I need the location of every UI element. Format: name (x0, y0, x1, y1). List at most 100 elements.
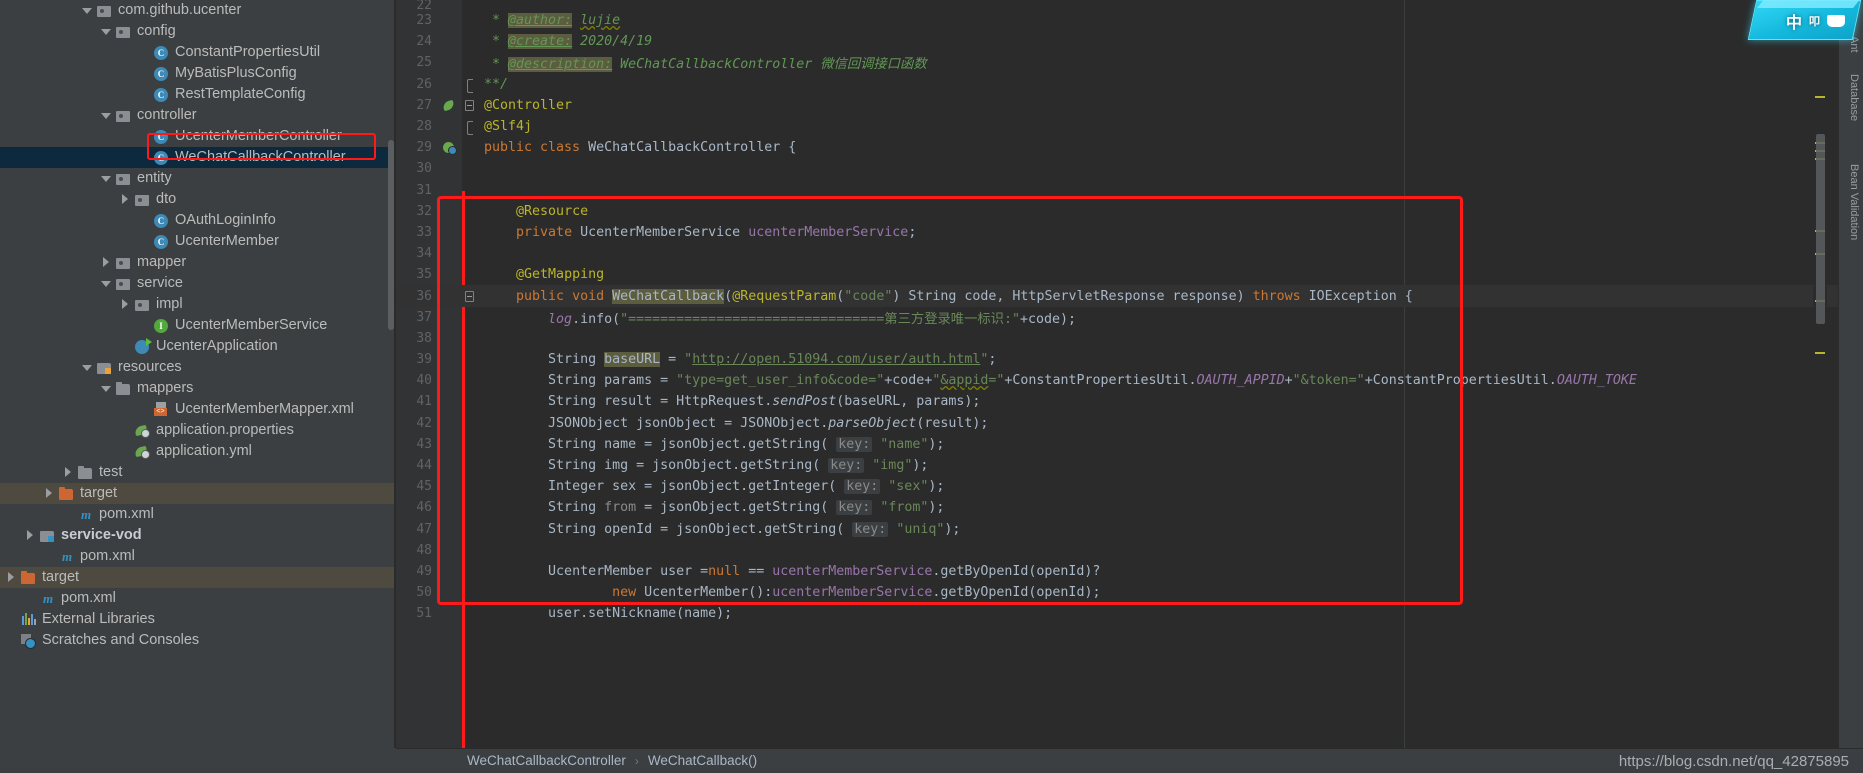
code-lines[interactable]: 22 23 * @author: lujie 24 * @create: 2020/… (396, 0, 1863, 748)
fold-toggle-icon[interactable] (465, 78, 474, 93)
breadcrumb-method[interactable]: WeChatCallback() (648, 753, 757, 768)
gutter-marker[interactable] (440, 74, 462, 95)
tree-item-pom-xml[interactable]: m pom.xml (0, 504, 396, 525)
tree-item-service[interactable]: service (0, 273, 396, 294)
gutter-marker[interactable] (440, 540, 462, 561)
code-line[interactable]: 45 Integer sex = jsonObject.getInteger( … (396, 476, 1863, 497)
fold-gutter[interactable] (462, 307, 476, 328)
fold-gutter[interactable] (462, 286, 476, 307)
fold-gutter[interactable] (462, 158, 476, 179)
gutter-marker[interactable] (440, 519, 462, 540)
chevron-right-icon[interactable] (44, 488, 55, 499)
gutter-marker[interactable] (440, 582, 462, 603)
tree-item-ucentermember[interactable]: C UcenterMember (0, 231, 396, 252)
right-tool-bar[interactable]: Ant Database Bean Validation (1838, 0, 1863, 748)
tree-item-application-yml[interactable]: application.yml (0, 441, 396, 462)
fold-gutter[interactable] (462, 222, 476, 243)
fold-gutter[interactable] (462, 519, 476, 540)
gutter-marker[interactable] (440, 222, 462, 243)
fold-gutter[interactable] (462, 603, 476, 624)
chevron-down-icon[interactable] (101, 278, 112, 289)
gutter-marker[interactable] (440, 349, 462, 370)
fold-gutter[interactable] (462, 497, 476, 518)
code-line[interactable]: 49 UcenterMember user =null == ucenterMe… (396, 561, 1863, 582)
code-line[interactable]: 37 log.info("===========================… (396, 307, 1863, 328)
chevron-right-icon[interactable] (6, 572, 17, 583)
tree-item-ucentermembercontroller[interactable]: C UcenterMemberController (0, 126, 396, 147)
gutter-marker[interactable] (440, 497, 462, 518)
tree-item-controller[interactable]: controller (0, 105, 396, 126)
tree-item-ucenterapplication[interactable]: UcenterApplication (0, 336, 396, 357)
code-line[interactable]: 40 String params = "type=get_user_info&c… (396, 370, 1863, 391)
code-line[interactable]: 44 String img = jsonObject.getString( ke… (396, 455, 1863, 476)
fold-gutter[interactable] (462, 31, 476, 52)
code-line[interactable]: 25 * @description: WeChatCallbackControl… (396, 52, 1863, 73)
tree-item-oauthlogininfo[interactable]: C OAuthLoginInfo (0, 210, 396, 231)
code-line[interactable]: 48 (396, 540, 1863, 561)
gutter-marker[interactable] (440, 95, 462, 116)
tree-item-entity[interactable]: entity (0, 168, 396, 189)
fold-gutter[interactable] (462, 52, 476, 73)
breadcrumb-class[interactable]: WeChatCallbackController (467, 753, 626, 768)
tree-item-config[interactable]: config (0, 21, 396, 42)
gutter-marker[interactable] (440, 137, 462, 158)
code-line[interactable]: 24 * @create: 2020/4/19 (396, 31, 1863, 52)
code-line[interactable]: 36 public void WeChatCallback(@RequestPa… (396, 285, 1863, 307)
gutter-marker[interactable] (440, 31, 462, 52)
fold-gutter[interactable] (462, 561, 476, 582)
code-line[interactable]: 27 @Controller (396, 95, 1863, 116)
code-line[interactable]: 33 private UcenterMemberService ucenterM… (396, 222, 1863, 243)
chevron-down-icon[interactable] (101, 383, 112, 394)
chevron-right-icon[interactable] (120, 299, 131, 310)
gutter-marker[interactable] (440, 52, 462, 73)
gutter-marker[interactable] (440, 243, 462, 264)
tree-item-application-properties[interactable]: application.properties (0, 420, 396, 441)
chevron-right-icon[interactable] (25, 530, 36, 541)
tree-item-service-vod[interactable]: service-vod (0, 525, 396, 546)
code-line[interactable]: 29 public class WeChatCallbackController … (396, 137, 1863, 158)
code-line[interactable]: 38 (396, 328, 1863, 349)
gutter-marker[interactable] (440, 476, 462, 497)
fold-gutter[interactable] (462, 582, 476, 603)
tree-item-scratches-and-consoles[interactable]: Scratches and Consoles (0, 630, 396, 651)
tree-item-resources[interactable]: resources (0, 357, 396, 378)
fold-gutter[interactable] (462, 116, 476, 137)
chevron-down-icon[interactable] (101, 110, 112, 121)
fold-gutter[interactable] (462, 455, 476, 476)
chevron-down-icon[interactable] (82, 362, 93, 373)
tree-item-mapper[interactable]: mapper (0, 252, 396, 273)
code-line[interactable]: 22 (396, 0, 1863, 13)
gutter-marker[interactable] (440, 286, 462, 307)
fold-gutter[interactable] (462, 328, 476, 349)
gutter-marker[interactable] (440, 561, 462, 582)
fold-toggle-icon[interactable] (465, 99, 474, 111)
code-line[interactable]: 30 (396, 158, 1863, 179)
fold-gutter[interactable] (462, 434, 476, 455)
tree-item-dto[interactable]: dto (0, 189, 396, 210)
chevron-down-icon[interactable] (82, 5, 93, 16)
gutter-marker[interactable] (440, 180, 462, 201)
code-line[interactable]: 23 * @author: lujie (396, 10, 1863, 31)
fold-gutter[interactable] (462, 180, 476, 201)
gutter-marker[interactable] (440, 307, 462, 328)
tree-item-wechatcallbackcontroller[interactable]: C WeChatCallbackController (0, 147, 396, 168)
breadcrumb[interactable]: WeChatCallbackController › WeChatCallbac… (467, 748, 757, 773)
tool-window-database[interactable]: Database (1848, 60, 1860, 121)
code-line[interactable]: 50 new UcenterMember():ucenterMemberServ… (396, 582, 1863, 603)
fold-gutter[interactable] (462, 95, 476, 116)
tool-window-bean-validation[interactable]: Bean Validation (1848, 150, 1860, 240)
code-line[interactable]: 51 user.setNickname(name); (396, 603, 1863, 624)
gutter-marker[interactable] (440, 370, 462, 391)
fold-toggle-icon[interactable] (465, 121, 474, 136)
code-line[interactable]: 47 String openId = jsonObject.getString(… (396, 519, 1863, 540)
tree-item-target[interactable]: target (0, 483, 396, 504)
tree-item-test[interactable]: test (0, 462, 396, 483)
fold-gutter[interactable] (462, 74, 476, 95)
tree-item-impl[interactable]: impl (0, 294, 396, 315)
project-tree[interactable]: com.github.ucenter config C ConstantPropert… (0, 0, 396, 651)
tree-item-resttemplateconfig[interactable]: C RestTemplateConfig (0, 84, 396, 105)
gutter-marker[interactable] (440, 413, 462, 434)
fold-gutter[interactable] (462, 413, 476, 434)
code-line[interactable]: 34 (396, 243, 1863, 264)
gutter-marker[interactable] (440, 10, 462, 31)
